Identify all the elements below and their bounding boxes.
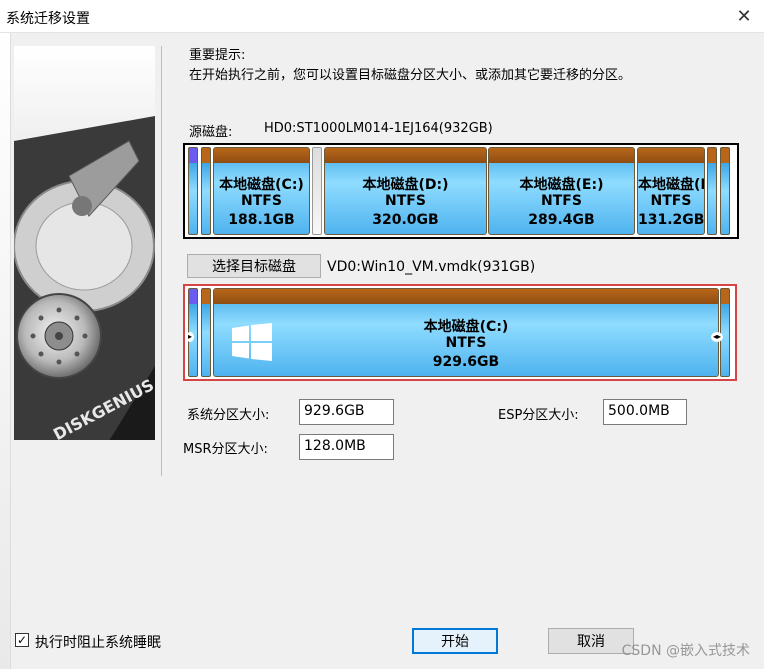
partition-size: 289.4GB [528,212,595,228]
source-partition-c[interactable]: 本地磁盘(C:) NTFS 188.1GB [213,147,310,235]
partition-size: 188.1GB [228,212,295,228]
partition-name: 本地磁盘(E:) [519,177,604,193]
partition-fs: NTFS [385,193,426,209]
system-partition-size-input[interactable]: 929.6GB [299,399,394,425]
system-partition-size-label: 系统分区大小: [187,408,270,423]
title-bar: 系统迁移设置 ✕ [0,0,764,33]
source-small-partition-3[interactable] [707,147,717,235]
target-small-partition-3[interactable] [720,288,730,377]
source-unallocated-space[interactable] [312,147,322,235]
esp-partition-size-input[interactable]: 500.0MB [603,399,687,425]
start-button[interactable]: 开始 [412,628,498,654]
source-small-partition-2[interactable] [201,147,211,235]
source-small-partition-4[interactable] [720,147,730,235]
select-target-disk-button[interactable]: 选择目标磁盘 [187,254,321,278]
partition-size: 929.6GB [432,354,500,370]
diskgenius-illustration: DISKGENIUS [13,46,157,444]
source-disk-map[interactable]: 本地磁盘(C:) NTFS 188.1GB 本地磁盘(D:) NTFS 320.… [183,143,739,239]
source-partition-d[interactable]: 本地磁盘(D:) NTFS 320.0GB [324,147,487,235]
prevent-sleep-checkbox[interactable]: ✓ [15,633,29,647]
partition-fs: NTFS [445,335,487,351]
window-title: 系统迁移设置 [6,11,90,27]
right-resize-handle-icon[interactable]: ◂▸ [711,332,723,342]
target-small-partition-2[interactable] [201,288,211,377]
source-partition-e[interactable]: 本地磁盘(E:) NTFS 289.4GB [488,147,635,235]
vertical-divider [161,46,162,476]
source-small-partition-1[interactable] [188,147,198,235]
partition-fs: NTFS [650,193,692,209]
left-resize-handle-icon[interactable]: ▸ [186,332,194,342]
partition-fs: NTFS [241,193,282,209]
target-disk-name: VD0:Win10_VM.vmdk(931GB) [327,259,536,275]
esp-partition-size-label: ESP分区大小: [498,408,579,423]
target-partition-c[interactable]: 本地磁盘(C:) NTFS 929.6GB [213,288,719,377]
prevent-sleep-label: 执行时阻止系统睡眠 [35,635,161,651]
partition-size: 320.0GB [372,212,439,228]
partition-name: 本地磁盘(D:) [362,177,449,193]
msr-partition-size-input[interactable]: 128.0MB [299,434,394,460]
source-partition-f[interactable]: 本地磁盘(F NTFS 131.2GB [637,147,705,235]
close-icon[interactable]: ✕ [730,4,758,28]
partition-fs: NTFS [541,193,582,209]
background-window-edge [0,33,11,669]
target-disk-map[interactable]: 本地磁盘(C:) NTFS 929.6GB ▸ ◂▸ [183,284,737,381]
source-disk-label: 源磁盘: [189,125,233,140]
csdn-watermark: CSDN @嵌入式技术 [621,643,750,659]
notice-text: 在开始执行之前，您可以设置目标磁盘分区大小、或添加其它要迁移的分区。 [189,68,632,83]
notice-title: 重要提示: [189,48,246,63]
partition-name: 本地磁盘(C:) [219,177,304,193]
msr-partition-size-label: MSR分区大小: [183,442,268,457]
partition-size: 131.2GB [638,212,705,228]
partition-name: 本地磁盘(C:) [423,319,509,335]
partition-name: 本地磁盘(F [638,177,705,193]
source-disk-name: HD0:ST1000LM014-1EJ164(932GB) [264,121,493,136]
